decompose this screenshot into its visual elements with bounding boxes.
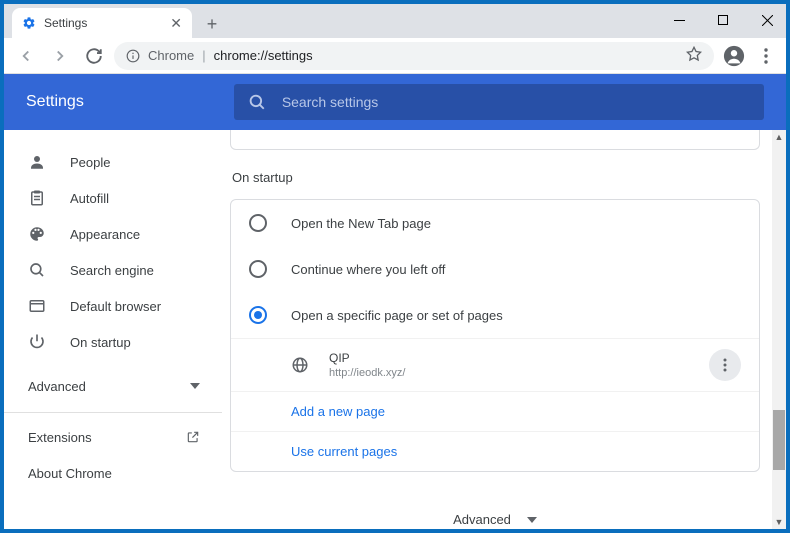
globe-icon xyxy=(291,356,309,374)
settings-sidebar: People Autofill Appearance Search engine… xyxy=(4,130,222,529)
gear-icon xyxy=(22,16,36,30)
omnibox-url: chrome://settings xyxy=(214,48,313,63)
section-title: On startup xyxy=(230,170,760,185)
sidebar-item-label: On startup xyxy=(70,335,131,350)
sidebar-item-autofill[interactable]: Autofill xyxy=(4,180,222,216)
radio-icon xyxy=(249,214,267,232)
omnibox-prefix: Chrome xyxy=(148,48,194,63)
browser-toolbar: Chrome | chrome://settings xyxy=(4,38,786,74)
radio-icon xyxy=(249,306,267,324)
close-icon[interactable]: ✕ xyxy=(170,15,182,32)
about-label: About Chrome xyxy=(28,466,112,481)
vertical-scrollbar[interactable]: ▲ ▼ xyxy=(772,130,786,529)
startup-page-row: QIP http://ieodk.xyz/ xyxy=(231,338,759,391)
new-tab-button[interactable]: + xyxy=(198,10,226,38)
add-new-page-link[interactable]: Add a new page xyxy=(231,391,759,431)
advanced-label: Advanced xyxy=(453,512,511,527)
scroll-up-arrow[interactable]: ▲ xyxy=(772,130,786,144)
sidebar-item-on-startup[interactable]: On startup xyxy=(4,324,222,360)
power-icon xyxy=(28,333,46,351)
sidebar-item-label: Default browser xyxy=(70,299,161,314)
search-icon xyxy=(28,261,46,279)
radio-continue[interactable]: Continue where you left off xyxy=(231,246,759,292)
sidebar-item-label: People xyxy=(70,155,110,170)
profile-button[interactable] xyxy=(720,42,748,70)
browser-icon xyxy=(28,297,46,315)
startup-page-url: http://ieodk.xyz/ xyxy=(329,367,689,379)
maximize-button[interactable] xyxy=(708,8,738,32)
page-title: Settings xyxy=(26,93,84,111)
omnibox-divider: | xyxy=(202,48,205,63)
radio-label: Open a specific page or set of pages xyxy=(291,308,503,323)
radio-label: Continue where you left off xyxy=(291,262,445,277)
browser-tab[interactable]: Settings ✕ xyxy=(12,8,192,38)
content-advanced-toggle[interactable]: Advanced xyxy=(230,512,760,527)
settings-header: Settings xyxy=(4,74,786,130)
clipboard-icon xyxy=(28,189,46,207)
external-link-icon xyxy=(186,430,200,444)
back-button[interactable] xyxy=(12,42,40,70)
startup-card: Open the New Tab page Continue where you… xyxy=(230,199,760,472)
forward-button[interactable] xyxy=(46,42,74,70)
scroll-down-arrow[interactable]: ▼ xyxy=(772,515,786,529)
tab-strip: Settings ✕ + xyxy=(4,4,786,38)
minimize-button[interactable] xyxy=(664,8,694,32)
tab-title: Settings xyxy=(44,16,87,30)
settings-content: On startup Open the New Tab page Continu… xyxy=(222,130,786,529)
reload-button[interactable] xyxy=(80,42,108,70)
sidebar-extensions[interactable]: Extensions xyxy=(4,419,222,455)
palette-icon xyxy=(28,225,46,243)
use-current-pages-link[interactable]: Use current pages xyxy=(231,431,759,471)
sidebar-item-search-engine[interactable]: Search engine xyxy=(4,252,222,288)
bookmark-star-icon[interactable] xyxy=(686,46,702,65)
extensions-label: Extensions xyxy=(28,430,92,445)
sidebar-item-default-browser[interactable]: Default browser xyxy=(4,288,222,324)
settings-search[interactable] xyxy=(234,84,764,120)
chevron-down-icon xyxy=(527,517,537,523)
browser-menu-button[interactable] xyxy=(754,42,778,70)
sidebar-item-label: Search engine xyxy=(70,263,154,278)
info-icon xyxy=(126,49,140,63)
radio-specific-page[interactable]: Open a specific page or set of pages xyxy=(231,292,759,338)
window-close-button[interactable] xyxy=(752,8,782,32)
sidebar-item-people[interactable]: People xyxy=(4,144,222,180)
radio-label: Open the New Tab page xyxy=(291,216,431,231)
sidebar-advanced-toggle[interactable]: Advanced xyxy=(4,366,222,406)
startup-page-name: QIP xyxy=(329,351,689,365)
address-bar[interactable]: Chrome | chrome://settings xyxy=(114,42,714,70)
chevron-down-icon xyxy=(190,383,200,389)
search-input[interactable] xyxy=(282,94,750,110)
search-icon xyxy=(248,93,266,111)
sidebar-item-label: Appearance xyxy=(70,227,140,242)
scrollbar-thumb[interactable] xyxy=(773,410,785,470)
radio-icon xyxy=(249,260,267,278)
sidebar-divider xyxy=(4,412,222,413)
more-vert-icon xyxy=(723,358,727,372)
previous-section-card-edge xyxy=(230,130,760,150)
window-controls xyxy=(664,8,782,32)
sidebar-item-label: Autofill xyxy=(70,191,109,206)
advanced-label: Advanced xyxy=(28,379,86,394)
radio-new-tab[interactable]: Open the New Tab page xyxy=(231,200,759,246)
sidebar-about-chrome[interactable]: About Chrome xyxy=(4,455,222,491)
sidebar-item-appearance[interactable]: Appearance xyxy=(4,216,222,252)
page-entry-menu-button[interactable] xyxy=(709,349,741,381)
person-icon xyxy=(28,153,46,171)
